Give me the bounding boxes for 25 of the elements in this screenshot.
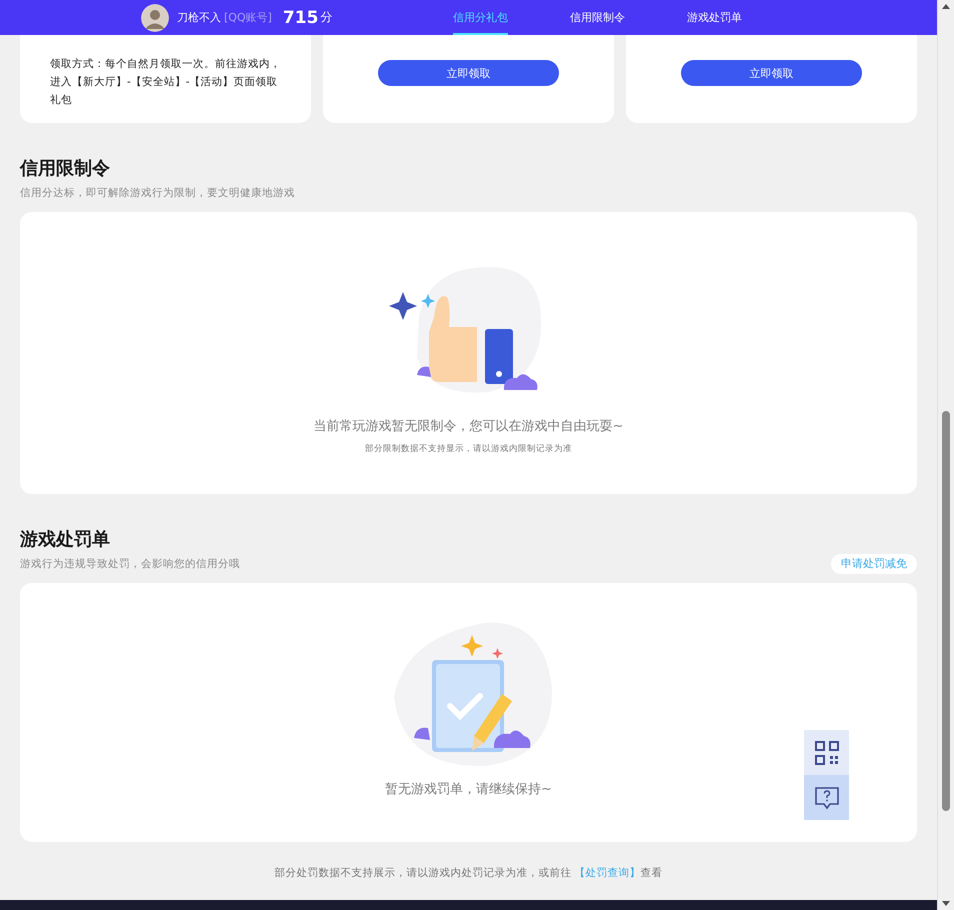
scroll-up-icon[interactable] [942, 4, 950, 9]
credit-score: 715 [282, 8, 318, 28]
qr-code-icon [814, 740, 840, 766]
claim-button[interactable]: 立即领取 [681, 60, 862, 86]
section-subtitle: 信用分达标，即可解除游戏行为限制，要文明健康地游戏 [20, 186, 295, 200]
qr-code-button[interactable] [804, 730, 849, 775]
user-name: 刀枪不入 [177, 10, 221, 25]
scroll-thumb[interactable] [942, 411, 950, 811]
section-title: 信用限制令 [20, 158, 111, 180]
score-unit: 分 [320, 9, 332, 26]
claim-button[interactable]: 立即领取 [378, 60, 559, 86]
help-icon [814, 784, 840, 810]
nav-tab[interactable]: 游戏处罚单 [687, 0, 742, 35]
help-button[interactable] [804, 775, 849, 820]
avatar-icon [141, 4, 169, 32]
footer-note: 部分处罚数据不支持展示，请以游戏内处罚记录为准，或前往 【处罚查询】查看 [274, 866, 664, 880]
empty-message: 当前常玩游戏暂无限制令，您可以在游戏中自由玩耍~ [314, 418, 624, 435]
empty-note: 部分限制数据不支持显示，请以游戏内限制记录为准 [365, 443, 572, 455]
account-tag: [QQ账号] [224, 10, 272, 25]
section-subtitle: 游戏行为违规导致处罚，会影响您的信用分哦 [20, 556, 240, 570]
scroll-down-icon[interactable] [942, 901, 950, 906]
nav-tab[interactable]: 信用限制令 [570, 0, 625, 35]
empty-message: 暂无游戏罚单，请继续保持~ [385, 781, 552, 798]
section-title: 游戏处罚单 [20, 529, 111, 551]
claim-instructions: 领取方式：每个自然月领取一次。前往游戏内，进入【新大厅】-【安全站】-【活动】页面领取礼包 [50, 57, 282, 108]
